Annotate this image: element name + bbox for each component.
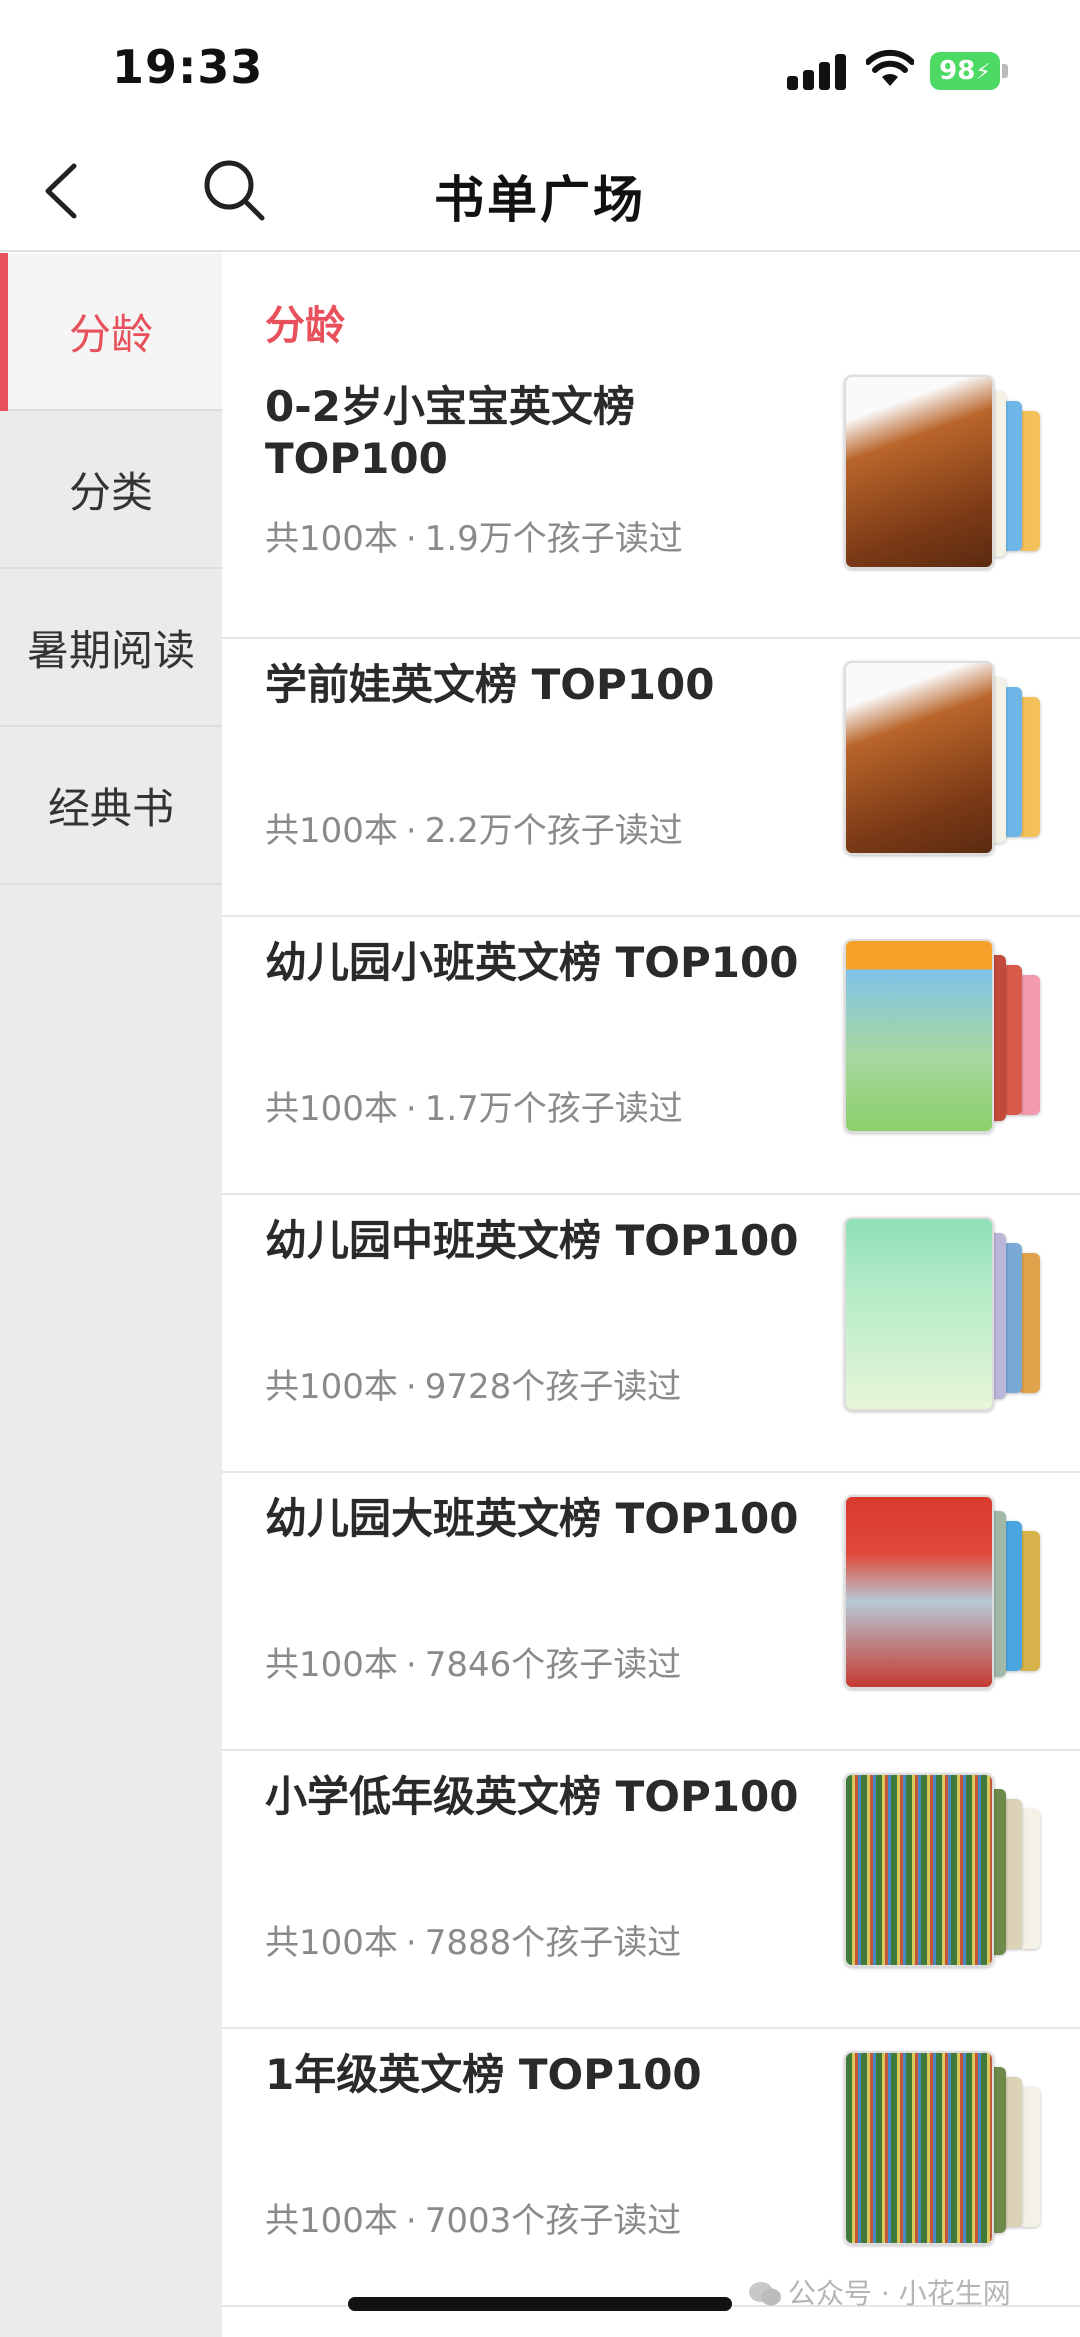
book-cover-image	[844, 939, 1044, 1133]
sidebar-item-label: 分类	[68, 467, 153, 517]
list-item[interactable]: 幼儿园小班英文榜 TOP100 共100本 · 1.7万个孩子读过	[222, 917, 1080, 1195]
sidebar-item-label: 暑期阅读	[26, 625, 195, 675]
list-meta: 共100本 · 7888个孩子读过	[265, 1923, 682, 1963]
list-title: 幼儿园大班英文榜 TOP100	[265, 1494, 799, 1543]
wechat-icon	[748, 2281, 782, 2307]
list-item[interactable]: 0-2岁小宝宝英文榜 TOP100 共100本 · 1.9万个孩子读过	[222, 361, 1080, 639]
list-title: 学前娃英文榜 TOP100	[265, 660, 715, 709]
page-title: 书单广场	[434, 171, 646, 229]
list-title: 0-2岁小宝宝英文榜 TOP100	[265, 382, 635, 483]
list-item[interactable]: 幼儿园大班英文榜 TOP100 共100本 · 7846个孩子读过	[222, 1473, 1080, 1751]
battery-level: 98⚡	[930, 52, 1000, 90]
watermark: 公众号 · 小花生网	[748, 2272, 1011, 2312]
sidebar-item-classics[interactable]: 经典书	[0, 727, 222, 885]
status-time: 19:33	[112, 40, 264, 94]
sidebar-item-label: 分龄	[68, 309, 153, 359]
list-meta: 共100本 · 1.7万个孩子读过	[265, 1089, 683, 1129]
list-title: 小学低年级英文榜 TOP100	[265, 1772, 799, 1821]
nav-bar: 书单广场	[0, 130, 1080, 252]
list-item[interactable]: 小学低年级英文榜 TOP100 共100本 · 7888个孩子读过	[222, 1751, 1080, 2029]
wifi-icon	[865, 48, 915, 88]
list-item[interactable]: 1年级英文榜 TOP100 共100本 · 7003个孩子读过	[222, 2029, 1080, 2307]
book-cover-image	[844, 1217, 1044, 1411]
sidebar-item-age[interactable]: 分龄	[0, 253, 222, 411]
sidebar-item-label: 经典书	[47, 783, 174, 833]
watermark-text: 公众号 · 小花生网	[788, 2277, 1011, 2310]
list-title: 幼儿园中班英文榜 TOP100	[265, 1216, 799, 1265]
battery-charging-icon: 98⚡	[930, 52, 1008, 90]
sidebar: 分龄 分类 暑期阅读 经典书	[0, 253, 222, 2337]
book-cover-image	[844, 1495, 1044, 1689]
list-meta: 共100本 · 9728个孩子读过	[265, 1367, 682, 1407]
list-meta: 共100本 · 7846个孩子读过	[265, 1645, 682, 1685]
home-indicator[interactable]	[348, 2297, 732, 2311]
book-cover-image	[844, 2051, 1044, 2245]
sidebar-item-category[interactable]: 分类	[0, 411, 222, 569]
list-item[interactable]: 幼儿园中班英文榜 TOP100 共100本 · 9728个孩子读过	[222, 1195, 1080, 1473]
active-indicator	[0, 253, 8, 411]
list-meta: 共100本 · 1.9万个孩子读过	[265, 519, 683, 559]
list-title: 幼儿园小班英文榜 TOP100	[265, 938, 799, 987]
status-bar: 19:33 98⚡	[0, 0, 1080, 130]
booklist-content: 分龄 0-2岁小宝宝英文榜 TOP100 共100本 · 1.9万个孩子读过 学前娃…	[222, 253, 1080, 2337]
sidebar-item-summer-reading[interactable]: 暑期阅读	[0, 569, 222, 727]
list-meta: 共100本 · 2.2万个孩子读过	[265, 811, 683, 851]
book-cover-image	[844, 661, 1044, 855]
list-title: 1年级英文榜 TOP100	[265, 2050, 702, 2099]
book-cover-image	[844, 1773, 1044, 1967]
cellular-signal-icon	[787, 50, 847, 90]
list-item[interactable]: 学前娃英文榜 TOP100 共100本 · 2.2万个孩子读过	[222, 639, 1080, 917]
section-title: 分龄	[265, 303, 345, 349]
list-meta: 共100本 · 7003个孩子读过	[265, 2201, 682, 2241]
book-cover-image	[844, 375, 1044, 569]
